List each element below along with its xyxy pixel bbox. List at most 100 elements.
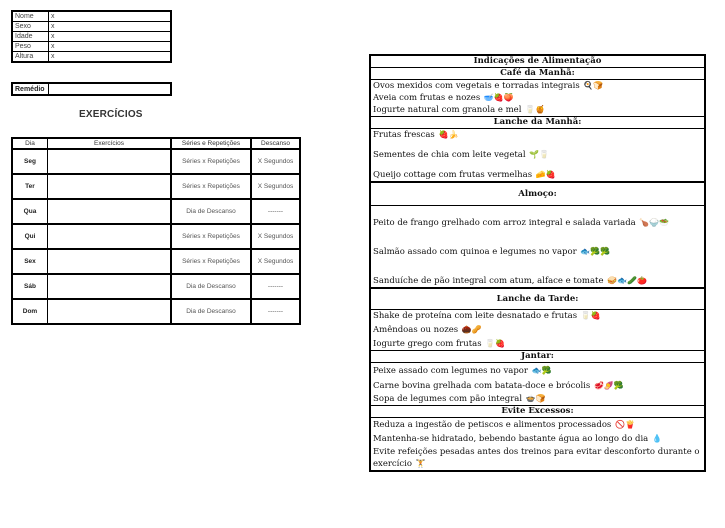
exercicios-header-row: Dia Exercícios Séries e Repetições Desca…: [11, 137, 301, 150]
exercicios-title: EXERCÍCIOS: [79, 109, 143, 120]
table-row: Ter Séries x Repetições X Segundos: [11, 173, 301, 200]
list-item: Frutas frescas 🍓🍌: [371, 129, 704, 141]
exercicio-cell[interactable]: [47, 223, 172, 250]
list-item: Peito de frango grelhado com arroz integ…: [371, 217, 704, 229]
item-text: Iogurte natural com granola e mel: [373, 105, 522, 115]
food-icon: 🥣🍓🍑: [483, 93, 514, 102]
personal-row-idade: Idade x: [11, 31, 172, 42]
series-cell: Dia de Descanso: [170, 273, 252, 300]
list-item: Queijo cottage com frutas vermelhas 🧀🍓: [371, 169, 704, 181]
list-item: Carne bovina grelhada com batata-doce e …: [371, 379, 704, 393]
series-cell: Dia de Descanso: [170, 198, 252, 225]
item-text: Carne bovina grelhada com batata-doce e …: [373, 381, 591, 391]
table-row: Sáb Dia de Descanso -------: [11, 273, 301, 300]
table-row: Dom Dia de Descanso -------: [11, 298, 301, 325]
dia-cell: Dom: [11, 298, 48, 325]
remedio-label: Remédio: [11, 82, 49, 96]
item-text: Sopa de legumes com pão integral: [373, 394, 523, 404]
header-series: Séries e Repetições: [170, 137, 252, 150]
item-text: Frutas frescas: [373, 130, 435, 140]
sexo-label: Sexo: [11, 21, 49, 32]
list-item: Sanduíche de pão integral com atum, alfa…: [371, 275, 704, 287]
alimentacao-title: Indicações de Alimentação: [371, 56, 704, 68]
water-drop-icon: 💧: [651, 434, 662, 443]
series-cell: Dia de Descanso: [170, 298, 252, 325]
list-item: Sementes de chia com leite vegetal 🌱🥛: [371, 149, 704, 161]
item-text: Shake de proteína com leite desnatado e …: [373, 311, 578, 321]
list-item: Amêndoas ou nozes 🌰🥜: [371, 322, 704, 338]
evite-heading: Evite Excessos:: [371, 406, 704, 418]
item-text: Salmão assado com quinoa e legumes no va…: [373, 247, 577, 257]
dia-cell: Qua: [11, 198, 48, 225]
dia-cell: Qui: [11, 223, 48, 250]
idade-value[interactable]: x: [48, 31, 172, 42]
table-row: Seg Séries x Repetições X Segundos: [11, 148, 301, 175]
list-item: Peixe assado com legumes no vapor 🐟🥦: [371, 363, 704, 379]
item-text: Amêndoas ou nozes: [373, 325, 459, 335]
personal-info-table: Nome x Sexo x Idade x Peso x Altura x: [11, 10, 172, 63]
food-icon: 🌱🥛: [529, 150, 550, 159]
weightlifter-icon: 🏋: [415, 459, 426, 468]
personal-row-altura: Altura x: [11, 51, 172, 63]
jantar-heading: Jantar:: [371, 351, 704, 363]
item-text: Peito de frango grelhado com arroz integ…: [373, 218, 636, 228]
descanso-cell: X Segundos: [250, 148, 301, 175]
lanche-manha-heading: Lanche da Manhã:: [371, 117, 704, 129]
exercicio-cell[interactable]: [47, 198, 172, 225]
list-item: Aveia com frutas e nozes 🥣🍓🍑: [371, 92, 704, 104]
altura-value[interactable]: x: [48, 51, 172, 63]
exercicio-cell[interactable]: [47, 273, 172, 300]
dia-cell: Seg: [11, 148, 48, 175]
nome-value[interactable]: x: [48, 10, 172, 22]
food-icon: 🥪🐟🥒🍅: [607, 276, 648, 285]
exercicio-cell[interactable]: [47, 148, 172, 175]
personal-row-nome: Nome x: [11, 10, 172, 22]
dia-cell: Sex: [11, 248, 48, 275]
sexo-value[interactable]: x: [48, 21, 172, 32]
exercicio-cell[interactable]: [47, 248, 172, 275]
list-item: Sopa de legumes com pão integral 🍲🍞: [371, 393, 704, 406]
list-item: Iogurte natural com granola e mel 🥛🍯: [371, 104, 704, 117]
series-cell: Séries x Repetições: [170, 173, 252, 200]
peso-value[interactable]: x: [48, 41, 172, 52]
list-item: Shake de proteína com leite desnatado e …: [371, 310, 704, 322]
item-text: Sanduíche de pão integral com atum, alfa…: [373, 276, 604, 286]
remedio-value[interactable]: [48, 82, 172, 96]
series-cell: Séries x Repetições: [170, 148, 252, 175]
exercicios-table: Dia Exercícios Séries e Repetições Desca…: [11, 137, 301, 325]
dia-cell: Ter: [11, 173, 48, 200]
food-icon: 🥛🍯: [525, 105, 546, 114]
food-icon: 🍗🍚🥗: [639, 218, 670, 227]
idade-label: Idade: [11, 31, 49, 42]
food-icon: 🥛🍓: [485, 339, 506, 348]
almoco-heading: Almoço:: [371, 181, 704, 206]
list-item: Iogurte grego com frutas 🥛🍓: [371, 338, 704, 351]
descanso-cell: -------: [250, 273, 301, 300]
header-descanso: Descanso: [250, 137, 301, 150]
descanso-cell: X Segundos: [250, 173, 301, 200]
header-exercicios: Exercícios: [47, 137, 172, 150]
food-icon: 🐟🥦🥦: [580, 247, 611, 256]
food-icon: 🥩🍠🥦: [593, 381, 624, 390]
alimentacao-table: Indicações de Alimentação Café da Manhã:…: [369, 54, 706, 472]
table-row: Qua Dia de Descanso -------: [11, 198, 301, 225]
item-text: Queijo cottage com frutas vermelhas: [373, 170, 533, 180]
exercicio-cell[interactable]: [47, 298, 172, 325]
descanso-cell: X Segundos: [250, 248, 301, 275]
personal-row-sexo: Sexo x: [11, 21, 172, 32]
remedio-row: Remédio: [11, 82, 172, 96]
personal-row-peso: Peso x: [11, 41, 172, 52]
remedio-table: Remédio: [11, 82, 172, 96]
food-icon: 🧀🍓: [535, 170, 556, 179]
item-text: Aveia com frutas e nozes: [373, 93, 481, 103]
table-row: Sex Séries x Repetições X Segundos: [11, 248, 301, 275]
food-icon: 🍳🍞: [583, 81, 604, 90]
exercicio-cell[interactable]: [47, 173, 172, 200]
series-cell: Séries x Repetições: [170, 248, 252, 275]
food-icon: 🍓🍌: [438, 130, 459, 139]
altura-label: Altura: [11, 51, 49, 63]
food-icon: 🥛🍓: [580, 311, 601, 320]
item-text: Reduza a ingestão de petiscos e alimento…: [373, 420, 612, 430]
list-item: Evite refeições pesadas antes dos treino…: [371, 446, 704, 470]
nome-label: Nome: [11, 10, 49, 22]
